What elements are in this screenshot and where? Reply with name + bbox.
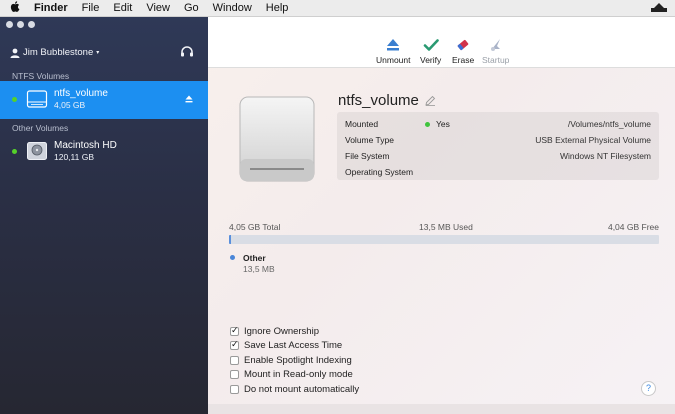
help-icon[interactable]: ? [641,381,656,396]
mounted-yes: Yes [436,119,450,129]
mounted-value: Yes [425,119,450,129]
menu-view[interactable]: View [146,2,170,14]
erase-icon [457,39,469,51]
startup-label: Startup [482,55,510,65]
mount-options: Ignore Ownership Save Last Access Time E… [230,324,359,397]
mount-path-link[interactable]: /Volumes/ntfs_volume [568,119,651,129]
zoom-window-button[interactable] [28,21,35,28]
main-panel: Unmount Verify Erase Startup ntfs_volume [208,17,675,414]
window-controls [6,21,35,28]
sidebar-item-macintosh-hd[interactable]: Macintosh HD 120,11 GB [0,133,208,171]
user-name: Jim Bubblestone [23,47,94,58]
menubar-extra-icon[interactable] [651,2,667,13]
disk-icon [27,142,47,160]
volume-title-text: ntfs_volume [338,92,419,109]
status-dot [425,122,430,128]
verify-icon [423,39,439,51]
section-label-other: Other Volumes [12,123,69,133]
info-row-file-system: File System Windows NT Filesystem [345,151,651,165]
erase-button[interactable]: Erase [452,37,474,65]
option-label: Save Last Access Time [244,340,343,352]
checkbox[interactable] [230,370,239,380]
menu-app-finder[interactable]: Finder [34,2,68,14]
info-row-mounted: Mounted Yes /Volumes/ntfs_volume [345,119,651,133]
unmount-icon [387,39,400,51]
info-row-operating-system: Operating System [345,167,651,181]
option-do-not-mount-automatically[interactable]: Do not mount automatically [230,382,359,397]
menu-edit[interactable]: Edit [113,2,132,14]
menu-bar: Finder File Edit View Go Window Help [0,0,675,17]
checkbox[interactable] [230,339,239,351]
volume-info-panel: Mounted Yes /Volumes/ntfs_volume Volume … [337,112,659,180]
apple-icon[interactable] [10,1,20,15]
option-enable-spotlight-indexing[interactable]: Enable Spotlight Indexing [230,353,359,368]
minimize-window-button[interactable] [17,21,24,28]
checkbox[interactable] [230,384,239,394]
usage-used: 13,5 MB Used [419,222,473,232]
startup-icon [490,39,500,51]
checkbox[interactable] [230,355,239,365]
bottom-strip [208,404,675,414]
close-window-button[interactable] [6,21,13,28]
mounted-status-dot [12,97,17,102]
file-system-value: Windows NT Filesystem [560,151,651,161]
volume-type-value: USB External Physical Volume [535,135,651,145]
menu-go[interactable]: Go [184,2,199,14]
disk-icon [26,90,48,108]
checkbox[interactable] [230,325,239,336]
file-system-label: File System [345,151,390,161]
startup-button[interactable]: Startup [482,37,509,65]
usage-total: 4,05 GB Total [229,222,281,232]
legend-dot [230,255,235,260]
toolbar: Unmount Verify Erase Startup [208,17,675,68]
erase-label: Erase [452,55,475,65]
headset-icon[interactable] [180,45,194,59]
usage-bar-fill [229,235,232,244]
eject-icon[interactable] [185,95,193,103]
disk-icon [239,96,315,182]
option-label: Enable Spotlight Indexing [244,354,352,366]
option-mount-read-only[interactable]: Mount in Read-only mode [230,368,359,383]
menu-file[interactable]: File [82,2,100,14]
user-menu[interactable]: Jim Bubblestone ▾ [10,47,99,58]
legend-size: 13,5 MB [243,264,275,274]
unmount-button[interactable]: Unmount [376,37,411,65]
chevron-down-icon: ▾ [96,50,100,56]
section-label-ntfs: NTFS Volumes [12,71,70,81]
option-ignore-ownership[interactable]: Ignore Ownership [230,324,359,339]
volume-name: Macintosh HD [54,140,117,151]
volume-size: 120,11 GB [54,152,95,162]
verify-label: Verify [420,55,442,65]
mounted-label: Mounted [345,119,379,129]
option-label: Do not mount automatically [244,383,360,395]
menu-window[interactable]: Window [213,2,252,14]
user-icon [10,48,20,58]
sidebar: Jim Bubblestone ▾ NTFS Volumes ntfs_volu… [0,17,208,414]
menu-help[interactable]: Help [266,2,289,14]
option-label: Ignore Ownership [244,325,319,337]
option-label: Mount in Read-only mode [244,369,353,381]
operating-system-label: Operating System [345,167,414,177]
pencil-icon[interactable] [425,95,436,106]
volume-type-label: Volume Type [345,135,394,145]
option-save-last-access-time[interactable]: Save Last Access Time [230,339,359,354]
sidebar-item-ntfs-volume[interactable]: ntfs_volume 4,05 GB [0,81,208,119]
volume-name: ntfs_volume [54,88,108,99]
verify-button[interactable]: Verify [420,37,441,65]
usage-bar [229,235,659,244]
mounted-status-dot [12,149,17,154]
unmount-label: Unmount [376,55,411,65]
volume-size: 4,05 GB [54,100,86,110]
usage-free: 4,04 GB Free [607,222,659,232]
info-row-volume-type: Volume Type USB External Physical Volume [345,135,651,149]
usage-labels: 4,05 GB Total 13,5 MB Used 4,04 GB Free [229,222,659,232]
legend-name: Other [243,253,266,263]
volume-title: ntfs_volume [338,92,436,109]
